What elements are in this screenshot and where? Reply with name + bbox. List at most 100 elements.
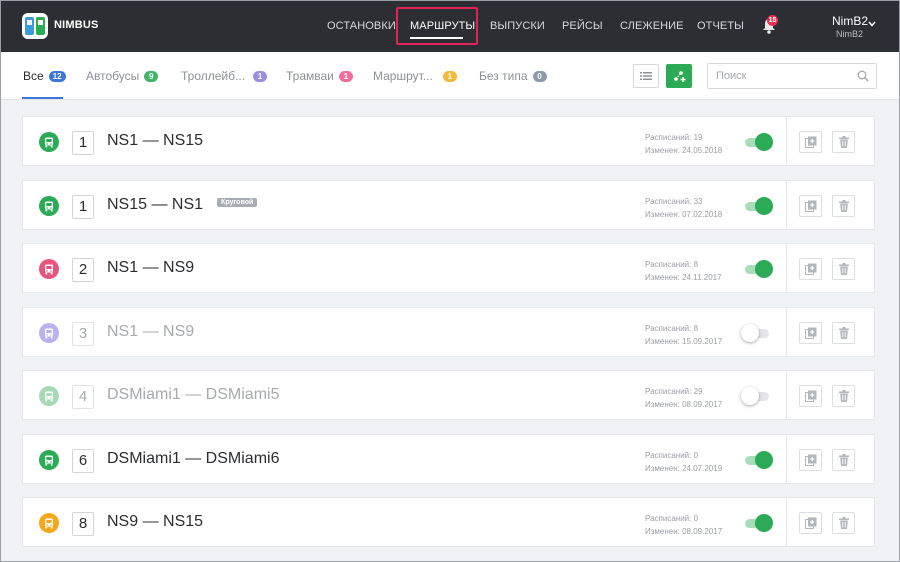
route-name: DSMiami1 — DSMiami6 — [107, 450, 280, 467]
copy-icon — [804, 327, 816, 339]
nimbus-logo-icon[interactable] — [22, 13, 48, 39]
delete-route-button[interactable] — [832, 258, 855, 280]
filter-tab-untyped[interactable]: Без типа 0 — [479, 52, 547, 100]
nav-tracking[interactable]: СЛЕЖЕНИЕ — [620, 0, 684, 52]
delete-route-button[interactable] — [832, 512, 855, 534]
filter-count-badge: 9 — [144, 70, 159, 82]
route-enabled-toggle[interactable] — [741, 260, 773, 278]
route-enabled-toggle[interactable] — [741, 133, 773, 151]
route-row[interactable]: 8 NS9 — NS15 Расписаний: 0 Изменен: 08.0… — [22, 497, 875, 547]
modified-date: Изменен: 24.11.2017 — [645, 273, 722, 282]
copy-route-button[interactable] — [799, 258, 822, 280]
modified-date: Изменен: 07.02.2018 — [645, 210, 723, 219]
filter-count-badge: 0 — [532, 70, 547, 82]
bus-icon — [45, 391, 53, 401]
copy-route-button[interactable] — [799, 449, 822, 471]
filter-tab-label: Трамваи — [286, 69, 334, 83]
route-type-icon — [39, 450, 59, 470]
route-row[interactable]: 4 DSMiami1 — DSMiami5 Расписаний: 29 Изм… — [22, 370, 875, 420]
schedules-count: Расписаний: 8 — [645, 324, 699, 333]
route-meta: Расписаний: 0 Изменен: 24.07.2019 — [645, 449, 722, 475]
filter-count-badge: 12 — [48, 70, 66, 82]
row-divider — [786, 308, 787, 356]
route-number: 1 — [72, 131, 94, 155]
delete-route-button[interactable] — [832, 195, 855, 217]
add-route-icon — [674, 71, 686, 82]
route-enabled-toggle[interactable] — [741, 451, 773, 469]
copy-icon — [804, 263, 816, 275]
bus-icon — [45, 455, 53, 465]
row-divider — [786, 181, 787, 229]
row-divider — [786, 371, 787, 419]
bus-icon — [45, 137, 53, 147]
nav-reports[interactable]: ОТЧЕТЫ — [697, 0, 744, 52]
toggle-knob — [755, 197, 773, 215]
trash-icon — [838, 136, 849, 148]
route-number: 4 — [72, 385, 94, 409]
route-enabled-toggle[interactable] — [741, 514, 773, 532]
filter-tab-all[interactable]: Все 12 — [23, 52, 66, 100]
route-title[interactable]: DSMiami1 — DSMiami6 — [107, 450, 279, 468]
filter-tab-trams[interactable]: Трамваи 1 — [286, 52, 353, 100]
route-title[interactable]: NS9 — NS15 — [107, 513, 203, 531]
route-enabled-toggle[interactable] — [741, 387, 771, 405]
schedules-count: Расписаний: 33 — [645, 197, 703, 206]
nav-releases[interactable]: ВЫПУСКИ — [490, 0, 545, 52]
copy-route-button[interactable] — [799, 131, 822, 153]
route-title[interactable]: NS1 — NS9 — [107, 323, 194, 341]
copy-route-button[interactable] — [799, 512, 822, 534]
filter-tab-buses[interactable]: Автобусы 9 — [86, 52, 159, 100]
route-row[interactable]: 2 NS1 — NS9 Расписаний: 8 Изменен: 24.11… — [22, 243, 875, 293]
route-meta: Расписаний: 8 Изменен: 15.09.2017 — [645, 322, 722, 348]
nav-stops[interactable]: ОСТАНОВКИ — [327, 0, 396, 52]
add-route-button[interactable] — [666, 64, 692, 88]
route-meta: Расписаний: 29 Изменен: 08.09.2017 — [645, 385, 722, 411]
route-enabled-toggle[interactable] — [741, 324, 771, 342]
route-enabled-toggle[interactable] — [741, 197, 773, 215]
modified-date: Изменен: 24.05.2018 — [645, 146, 723, 155]
filter-tab-trolleybuses[interactable]: Троллейб... 1 — [181, 52, 267, 100]
filter-tab-label: Все — [23, 69, 44, 83]
delete-route-button[interactable] — [832, 449, 855, 471]
delete-route-button[interactable] — [832, 131, 855, 153]
schedules-count: Расписаний: 0 — [645, 451, 699, 460]
toggle-knob — [755, 451, 773, 469]
circular-route-tag: Круговой — [217, 198, 258, 208]
row-divider — [786, 117, 787, 165]
route-title[interactable]: NS1 — NS15 — [107, 132, 203, 150]
delete-route-button[interactable] — [832, 322, 855, 344]
user-name[interactable]: NimB2 — [832, 14, 868, 28]
copy-route-button[interactable] — [799, 385, 822, 407]
search-input[interactable] — [716, 64, 856, 88]
modified-date: Изменен: 15.09.2017 — [645, 337, 723, 346]
schedules-count: Расписаний: 8 — [645, 260, 699, 269]
trash-icon — [838, 200, 849, 212]
filter-tab-label: Автобусы — [86, 69, 140, 83]
modified-date: Изменен: 08.09.2017 — [645, 400, 723, 409]
nav-trips[interactable]: РЕЙСЫ — [562, 0, 603, 52]
route-row[interactable]: 1 NS1 — NS15 Расписаний: 19 Изменен: 24.… — [22, 116, 875, 166]
route-row[interactable]: 6 DSMiami1 — DSMiami6 Расписаний: 0 Изме… — [22, 434, 875, 484]
route-type-icon — [39, 196, 59, 216]
notification-count-badge: 15 — [767, 15, 778, 26]
copy-icon — [804, 200, 816, 212]
row-divider — [786, 435, 787, 483]
route-number: 6 — [72, 449, 94, 473]
filter-tab-minibuses[interactable]: Маршрут... 1 — [373, 52, 457, 100]
trash-icon — [838, 454, 849, 466]
trash-icon — [838, 390, 849, 402]
delete-route-button[interactable] — [832, 385, 855, 407]
list-view-button[interactable] — [633, 64, 659, 88]
route-row[interactable]: 1 NS15 — NS1 Круговой Расписаний: 33 Изме… — [22, 180, 875, 230]
copy-route-button[interactable] — [799, 195, 822, 217]
chevron-down-icon[interactable] — [868, 21, 876, 27]
route-title[interactable]: NS15 — NS1 Круговой — [107, 196, 258, 214]
copy-route-button[interactable] — [799, 322, 822, 344]
nav-active-underline — [410, 37, 463, 39]
route-row[interactable]: 3 NS1 — NS9 Расписаний: 8 Изменен: 15.09… — [22, 307, 875, 357]
route-meta: Расписаний: 33 Изменен: 07.02.2018 — [645, 195, 722, 221]
search-icon[interactable] — [857, 70, 869, 82]
route-title[interactable]: DSMiami1 — DSMiami5 — [107, 386, 279, 404]
route-name: NS9 — NS15 — [107, 513, 204, 530]
route-title[interactable]: NS1 — NS9 — [107, 259, 194, 277]
